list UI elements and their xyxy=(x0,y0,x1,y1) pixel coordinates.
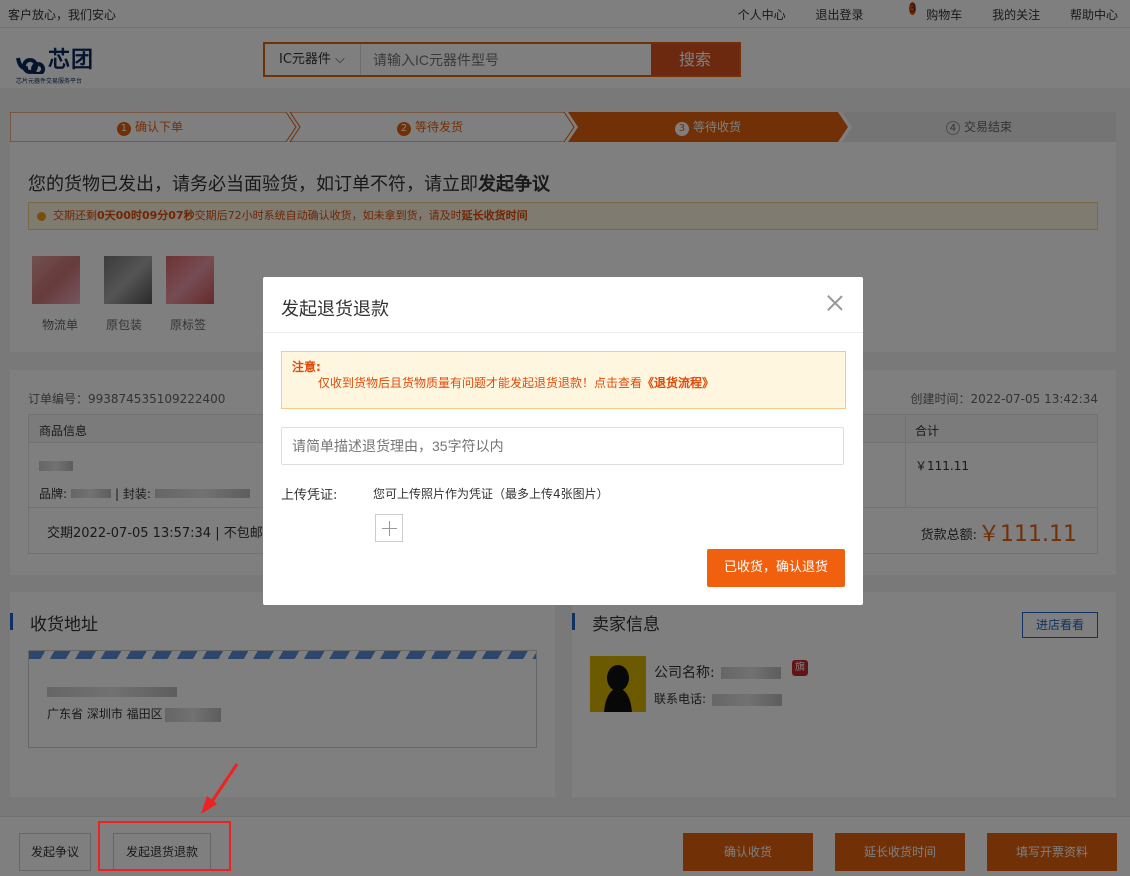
warning-text: 仅收到货物后且货物质量有问题才能发起退货退款！点击查看《退货流程》 xyxy=(318,374,714,391)
refund-dialog: 发起退货退款 注意: 仅收到货物后且货物质量有问题才能发起退货退款！点击查看《退… xyxy=(263,277,863,605)
upload-label: 上传凭证: xyxy=(281,488,338,503)
annotation-arrow-icon xyxy=(201,763,239,814)
upload-hint: 您可上传照片作为凭证（最多上传4张图片） xyxy=(373,487,609,501)
highlight-box xyxy=(98,821,231,871)
refund-warning: 注意: 仅收到货物后且货物质量有问题才能发起退货退款！点击查看《退货流程》 xyxy=(281,351,846,409)
add-image-icon[interactable] xyxy=(375,514,403,542)
close-icon[interactable] xyxy=(823,291,847,315)
return-process-link[interactable]: 《退货流程》 xyxy=(642,376,714,390)
divider xyxy=(263,332,863,333)
warning-title: 注意: xyxy=(292,360,321,374)
confirm-refund-button[interactable]: 已收货，确认退货 xyxy=(707,549,845,587)
refund-reason-input[interactable] xyxy=(281,427,844,465)
warning-body: 仅收到货物后且货物质量有问题才能发起退货退款！点击查看 xyxy=(318,376,643,390)
dialog-title: 发起退货退款 xyxy=(281,299,389,320)
